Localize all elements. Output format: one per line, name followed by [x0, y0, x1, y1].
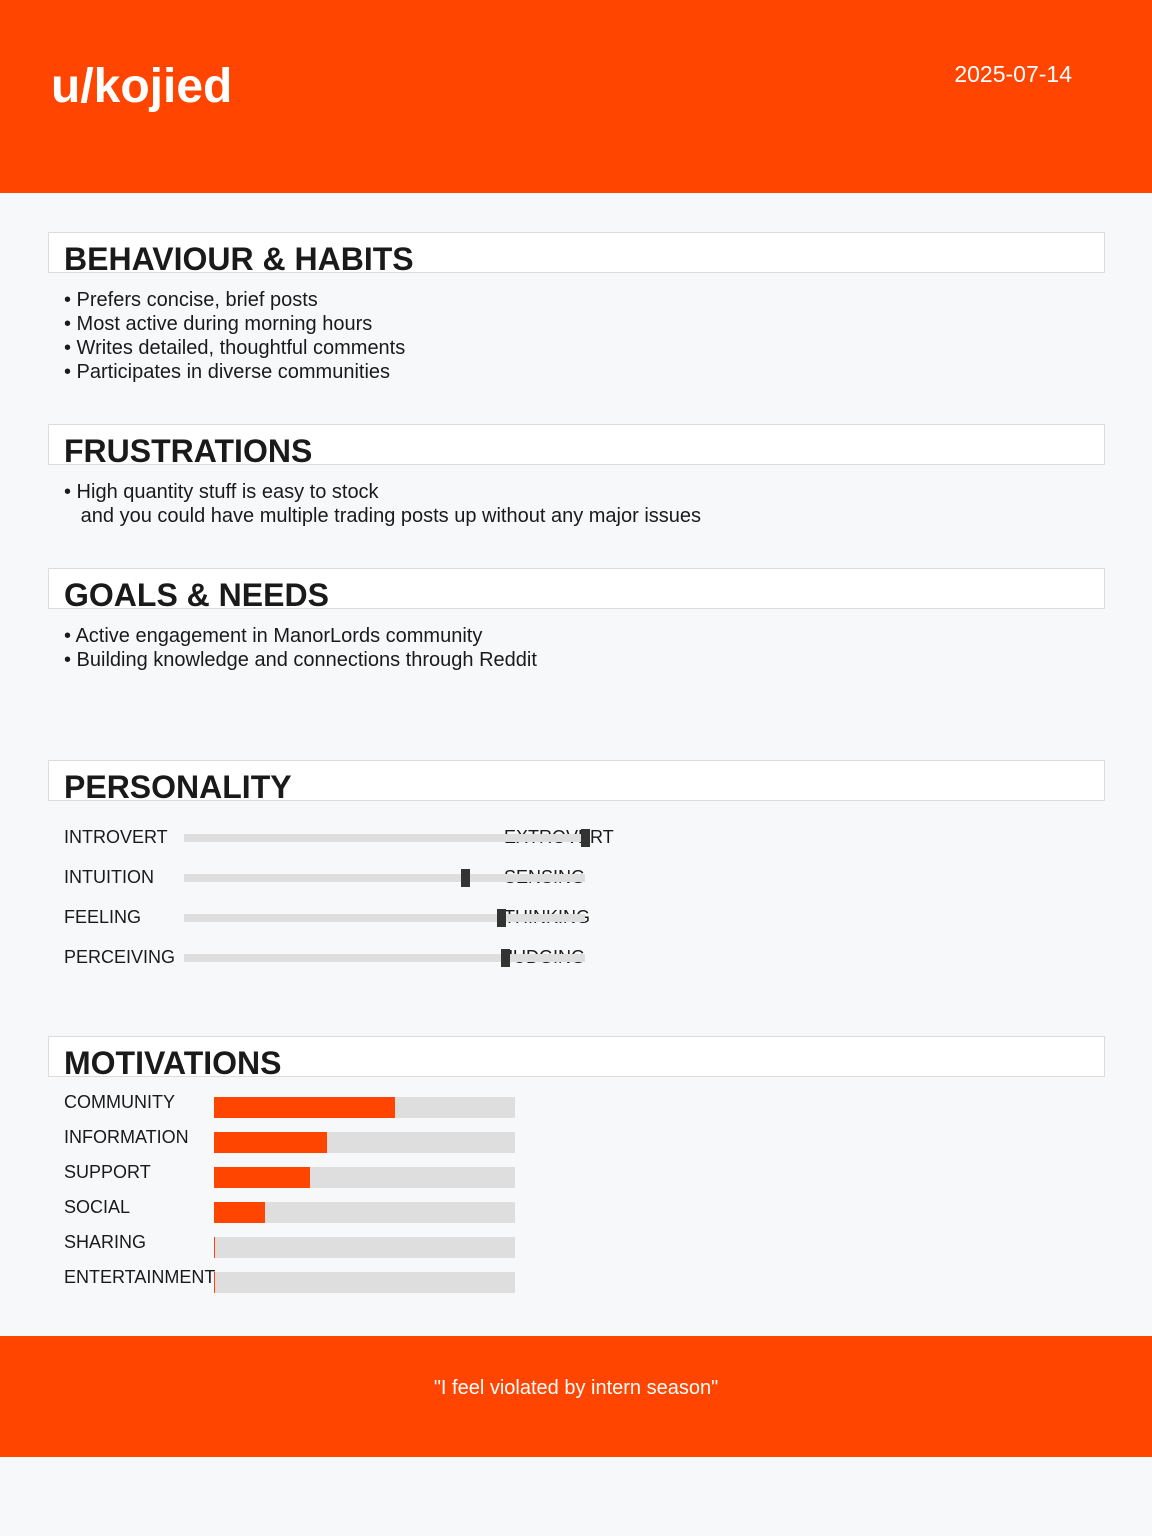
motivation-row: SUPPORT [64, 1161, 524, 1191]
motivation-track [214, 1237, 515, 1258]
personality-trait-row: INTROVERT EXTROVERT [64, 826, 624, 850]
frustrations-title: FRUSTRATIONS [64, 433, 313, 465]
motivation-track [214, 1132, 515, 1153]
motivation-label: INFORMATION [64, 1127, 189, 1147]
motivation-label: SOCIAL [64, 1197, 131, 1217]
motivation-row: SHARING [64, 1231, 524, 1261]
motivation-row: COMMUNITY [64, 1091, 524, 1121]
motivation-track [214, 1272, 515, 1293]
motivation-label: SUPPORT [64, 1162, 151, 1182]
motivation-label: COMMUNITY [64, 1092, 175, 1112]
motivation-row: ENTERTAINMENT [64, 1266, 524, 1296]
quote-banner: "I feel violated by intern season" [0, 1336, 1152, 1457]
goals-list: • Active engagement in ManorLords commun… [64, 624, 537, 672]
motivation-fill [214, 1272, 215, 1293]
trait-marker [496, 909, 506, 927]
username-title: u/kojied [51, 60, 233, 113]
trait-left-label: INTROVERT [64, 827, 168, 847]
trait-track [184, 954, 585, 962]
motivation-fill [214, 1237, 215, 1258]
list-item: • Prefers concise, brief posts [64, 289, 318, 311]
list-item: • Writes detailed, thoughtful comments [64, 337, 406, 359]
user-quote: "I feel violated by intern season" [433, 1377, 719, 1399]
frustrations-list: • High quantity stuff is easy to stock a… [64, 480, 701, 528]
goals-section-header: GOALS & NEEDS [48, 568, 1105, 609]
motivation-row: INFORMATION [64, 1126, 524, 1156]
personality-trait-row: INTUITION SENSING [64, 866, 624, 890]
motivation-track [214, 1097, 515, 1118]
motivation-fill [214, 1132, 327, 1153]
profile-date: 2025-07-14 [954, 61, 1072, 87]
behaviour-title: BEHAVIOUR & HABITS [64, 241, 414, 273]
header-banner: u/kojied 2025-07-14 [0, 0, 1152, 193]
personality-section-header: PERSONALITY [48, 760, 1105, 801]
motivation-fill [214, 1167, 311, 1188]
behaviour-list: • Prefers concise, brief posts • Most ac… [64, 288, 405, 384]
trait-left-label: INTUITION [64, 867, 154, 887]
list-item: and you could have multiple trading post… [64, 505, 702, 527]
behaviour-section-header: BEHAVIOUR & HABITS [48, 232, 1105, 273]
personality-trait-row: PERCEIVING JUDGING [64, 946, 624, 970]
motivations-section-header: MOTIVATIONS [48, 1036, 1105, 1077]
motivation-label: ENTERTAINMENT [64, 1267, 216, 1287]
trait-marker [460, 869, 470, 887]
trait-marker [581, 829, 590, 847]
frustrations-section-header: FRUSTRATIONS [48, 424, 1105, 465]
trait-left-label: PERCEIVING [64, 947, 176, 967]
motivation-fill [214, 1202, 266, 1223]
motivation-fill [214, 1097, 395, 1118]
motivation-track [214, 1202, 515, 1223]
motivation-label: SHARING [64, 1232, 147, 1252]
trait-track [184, 914, 585, 922]
motivations-title: MOTIVATIONS [64, 1045, 282, 1077]
personality-title: PERSONALITY [64, 769, 292, 801]
trait-track [184, 874, 585, 882]
list-item: • Active engagement in ManorLords commun… [64, 625, 483, 647]
goals-title: GOALS & NEEDS [64, 577, 329, 609]
motivation-row: SOCIAL [64, 1196, 524, 1226]
list-item: • High quantity stuff is easy to stock [64, 481, 379, 503]
trait-track [184, 834, 585, 842]
trait-marker [500, 949, 510, 967]
personality-trait-row: FEELING THINKING [64, 906, 624, 930]
motivation-track [214, 1167, 515, 1188]
trait-left-label: FEELING [64, 907, 142, 927]
list-item: • Most active during morning hours [64, 313, 373, 335]
list-item: • Participates in diverse communities [64, 361, 391, 383]
list-item: • Building knowledge and connections thr… [64, 649, 537, 671]
